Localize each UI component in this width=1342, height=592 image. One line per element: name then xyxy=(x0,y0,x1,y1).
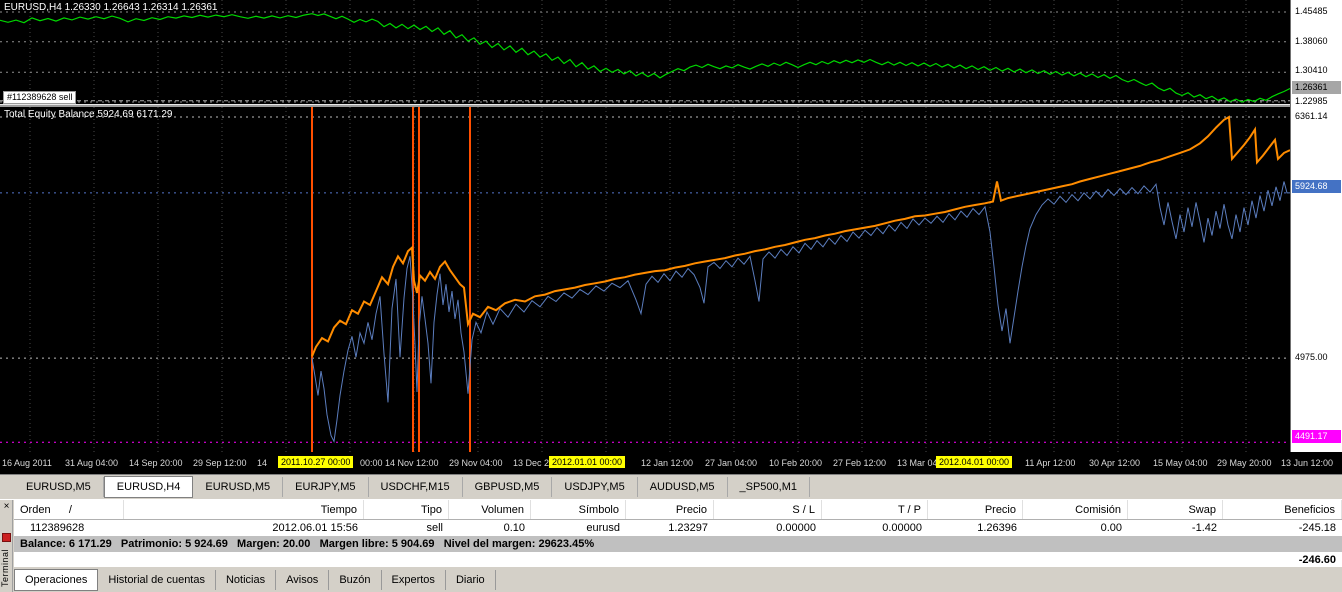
chart-tab-eurusd-m5[interactable]: EURUSD,M5 xyxy=(193,477,283,497)
date-tick: 13 Dec 2 xyxy=(513,458,549,468)
orders-table: Orden /TiempoTipoVolumenSímboloPrecioS /… xyxy=(14,500,1342,536)
price-scale[interactable]: 1.45485 1.38060 1.30410 1.26361 1.22985 6361.… xyxy=(1290,0,1342,452)
date-tick: 31 Aug 04:00 xyxy=(65,458,118,468)
time-axis[interactable]: 16 Aug 2011 31 Aug 04:00 14 Sep 20:00 29 Se… xyxy=(0,452,1342,474)
order-cell: 1.26396 xyxy=(928,522,1023,534)
highlighted-date-label: 2012.01.01 00:00 xyxy=(549,456,625,468)
scale-label: 1.38060 xyxy=(1295,36,1328,47)
order-cell: -245.18 xyxy=(1223,522,1342,534)
equity-line xyxy=(312,182,1290,442)
chart-tab-eurusd-h4[interactable]: EURUSD,H4 xyxy=(104,476,194,498)
chart-tab-eurjpy-m5[interactable]: EURJPY,M5 xyxy=(283,477,368,497)
date-tick: 16 Aug 2011 xyxy=(2,458,52,468)
date-tick: 10 Feb 20:00 xyxy=(769,458,822,468)
balance-summary: Balance: 6 171.29 Patrimonio: 5 924.69 M… xyxy=(20,538,594,550)
order-cell: 0.00000 xyxy=(714,522,822,534)
chart-tab-bar: EURUSD,M5EURUSD,H4EURUSD,M5EURJPY,M5USDC… xyxy=(0,474,1342,499)
date-tick: 13 Jun 12:00 xyxy=(1281,458,1333,468)
column-header-precio[interactable]: Precio xyxy=(626,500,714,519)
order-cell: sell xyxy=(364,522,449,534)
total-profit-row: -246.60 xyxy=(14,552,1342,567)
chart-tab--sp500-m1[interactable]: _SP500,M1 xyxy=(728,477,810,497)
terminal-tabs: OperacionesHistorial de cuentasNoticiasA… xyxy=(14,567,1342,592)
column-header-tiempo[interactable]: Tiempo xyxy=(124,500,364,519)
mt4-window: EURUSD,H4 1.26330 1.26643 1.26314 1.2636… xyxy=(0,0,1342,592)
date-tick: 14 Sep 20:00 xyxy=(129,458,183,468)
column-header-comisi-n[interactable]: Comisión xyxy=(1023,500,1128,519)
terminal-tab-avisos[interactable]: Avisos xyxy=(276,570,329,590)
highlighted-date-label: 2012.04.01 00:00 xyxy=(936,456,1012,468)
date-tick: 29 Sep 12:00 xyxy=(193,458,247,468)
current-price-box: 1.26361 xyxy=(1292,81,1341,94)
chart-tab-eurusd-m5[interactable]: EURUSD,M5 xyxy=(14,477,104,497)
order-row[interactable]: 1123896282012.06.01 15:56sell0.10eurusd1… xyxy=(14,520,1342,536)
terminal-tab-noticias[interactable]: Noticias xyxy=(216,570,276,590)
date-tick: 27 Jan 04:00 xyxy=(705,458,757,468)
date-tick: 29 May 20:00 xyxy=(1217,458,1272,468)
highlighted-date-label: 2011.10.27 00:00 xyxy=(278,456,353,468)
order-cell: -1.42 xyxy=(1128,522,1223,534)
total-profit: -246.60 xyxy=(1299,554,1336,566)
date-tick: 13 Mar 04 xyxy=(897,458,938,468)
terminal-side-strip[interactable]: × Terminal xyxy=(0,500,13,592)
column-header-orden-[interactable]: Orden / xyxy=(14,500,124,519)
date-tick: 30 Apr 12:00 xyxy=(1089,458,1140,468)
scale-label: 1.45485 xyxy=(1295,6,1328,17)
order-cell: 1.23297 xyxy=(626,522,714,534)
price-chart-canvas[interactable] xyxy=(0,0,1290,104)
terminal-tab-expertos[interactable]: Expertos xyxy=(382,570,446,590)
column-header-tipo[interactable]: Tipo xyxy=(364,500,449,519)
column-header-beneficios[interactable]: Beneficios xyxy=(1223,500,1342,519)
chart-tab-gbpusd-m5[interactable]: GBPUSD,M5 xyxy=(463,477,553,497)
date-tick: 14 Nov 12:00 xyxy=(385,458,439,468)
scale-label: 6361.14 xyxy=(1295,111,1328,122)
column-header-t-p[interactable]: T / P xyxy=(822,500,928,519)
balance-row: Balance: 6 171.29 Patrimonio: 5 924.69 M… xyxy=(14,536,1342,552)
order-cell: 112389628 xyxy=(14,522,124,534)
column-header-s-l[interactable]: S / L xyxy=(714,500,822,519)
scale-label: 1.30410 xyxy=(1295,65,1328,76)
balance-line xyxy=(312,117,1290,356)
orders-table-header: Orden /TiempoTipoVolumenSímboloPrecioS /… xyxy=(14,500,1342,520)
date-tick: 00:00 xyxy=(360,458,383,468)
min-equity-box: 4491.17 xyxy=(1292,430,1341,443)
price-chart[interactable]: EURUSD,H4 1.26330 1.26643 1.26314 1.2636… xyxy=(0,0,1290,104)
date-tick: 11 Apr 12:00 xyxy=(1025,458,1075,468)
date-tick: 12 Jan 12:00 xyxy=(641,458,693,468)
eurusd-price-line xyxy=(0,14,1290,102)
scale-label: 4975.00 xyxy=(1295,352,1328,363)
scale-label: 1.22985 xyxy=(1295,96,1328,107)
column-header-precio[interactable]: Precio xyxy=(928,500,1023,519)
terminal-tab-label: Terminal xyxy=(0,544,13,591)
chart-tab-usdchf-m15[interactable]: USDCHF,M15 xyxy=(369,477,463,497)
order-cell: 2012.06.01 15:56 xyxy=(124,522,364,534)
terminal-panel: × Terminal Orden /TiempoTipoVolumenSímbo… xyxy=(0,499,1342,592)
indicator-title: Total Equity Balance 5924.69 6171.29 xyxy=(4,109,172,120)
equity-value-box: 5924.68 xyxy=(1292,180,1341,193)
date-tick: 27 Feb 12:00 xyxy=(833,458,886,468)
column-header-s-mbolo[interactable]: Símbolo xyxy=(531,500,626,519)
column-header-swap[interactable]: Swap xyxy=(1128,500,1223,519)
chart-title: EURUSD,H4 1.26330 1.26643 1.26314 1.2636… xyxy=(4,2,218,13)
terminal-tab-diario[interactable]: Diario xyxy=(446,570,496,590)
equity-chart[interactable]: Total Equity Balance 5924.69 6171.29 xyxy=(0,107,1290,452)
chart-tab-audusd-m5[interactable]: AUDUSD,M5 xyxy=(638,477,728,497)
order-cell: 0.10 xyxy=(449,522,531,534)
date-tick: 29 Nov 04:00 xyxy=(449,458,503,468)
date-tick: 14 xyxy=(257,458,267,468)
terminal-icon xyxy=(2,533,11,542)
terminal-tab-historial-de-cuentas[interactable]: Historial de cuentas xyxy=(98,570,216,590)
order-cell: 0.00000 xyxy=(822,522,928,534)
order-cell: 0.00 xyxy=(1023,522,1128,534)
column-header-volumen[interactable]: Volumen xyxy=(449,500,531,519)
chart-tab-usdjpy-m5[interactable]: USDJPY,M5 xyxy=(552,477,637,497)
terminal-tab-buz-n[interactable]: Buzón xyxy=(329,570,381,590)
order-cell: eurusd xyxy=(531,522,626,534)
close-icon[interactable]: × xyxy=(1,501,12,512)
equity-chart-canvas[interactable] xyxy=(0,107,1290,452)
date-tick: 15 May 04:00 xyxy=(1153,458,1208,468)
terminal-tab-operaciones[interactable]: Operaciones xyxy=(14,569,98,591)
order-line-label: #112389628 sell xyxy=(3,91,76,104)
